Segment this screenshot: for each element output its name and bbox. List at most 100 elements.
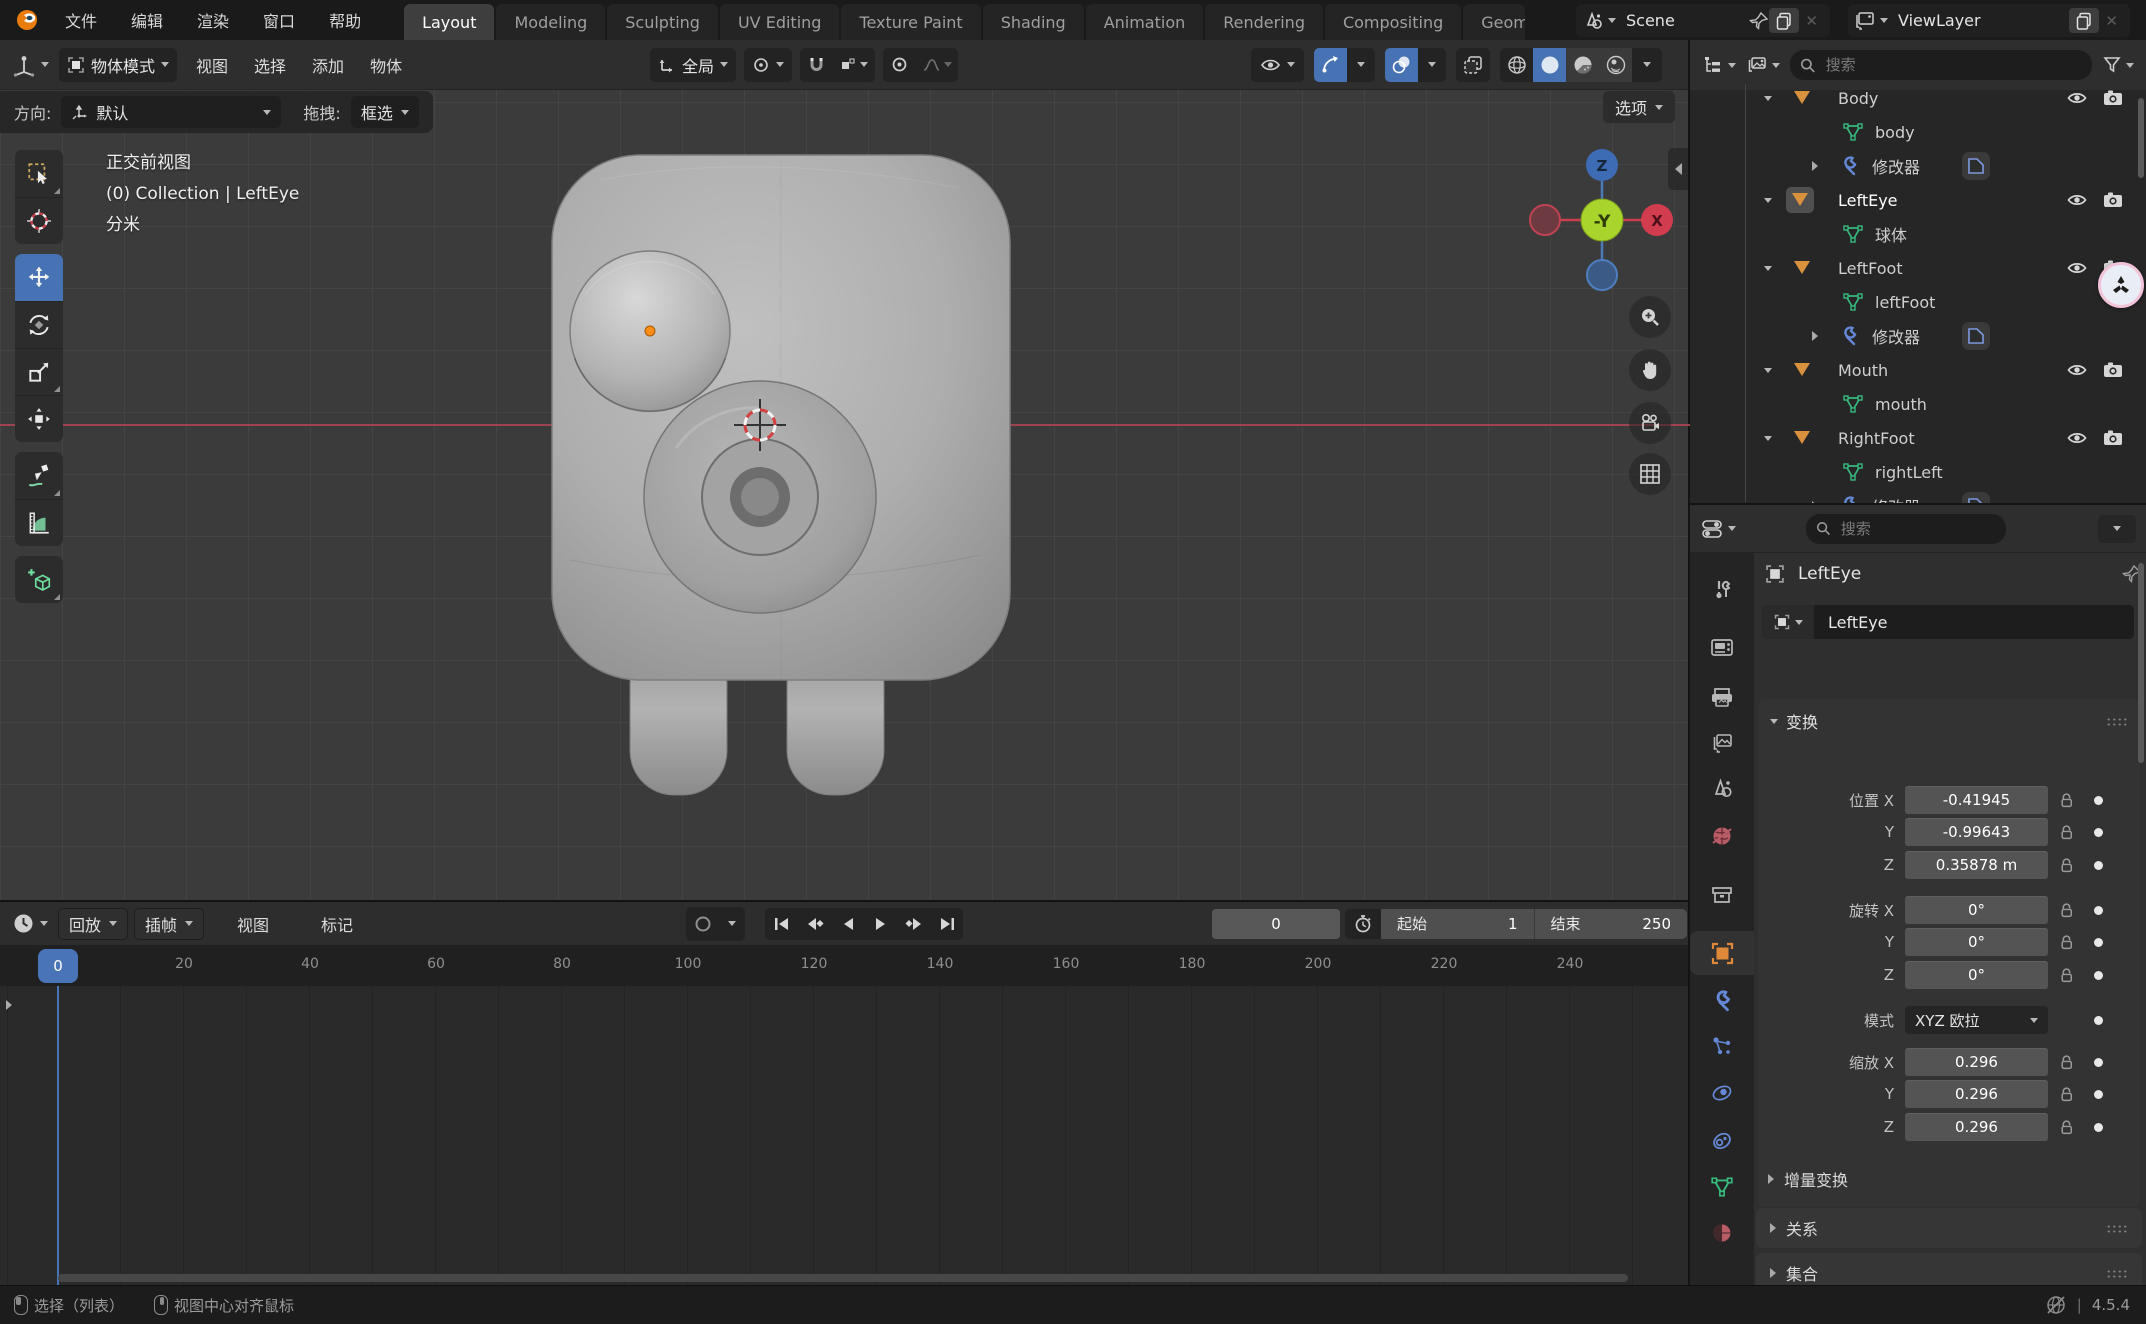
animate-dot[interactable] [2094, 861, 2103, 870]
playback-menu[interactable]: 回放 [58, 908, 128, 940]
delta-transform-subpanel[interactable]: 增量变换 [1768, 1165, 1848, 1193]
outliner-row-sphere-mesh[interactable]: 球体 [1690, 217, 2146, 251]
panel-grip[interactable] [2106, 1269, 2128, 1278]
frame-end-field[interactable]: 结束 250 [1535, 909, 1688, 939]
modifier-label[interactable]: 修改器 [1872, 154, 1920, 178]
chevron-down-icon[interactable] [1764, 96, 1772, 101]
autokey-toggle[interactable] [686, 907, 719, 941]
disable-render-toggle[interactable] [2102, 89, 2124, 107]
hide-viewport-toggle[interactable] [2066, 430, 2088, 446]
timeline-channel-expand-icon[interactable] [6, 1000, 12, 1010]
use-preview-range-toggle[interactable] [1345, 909, 1381, 939]
tool-rotate[interactable] [15, 301, 63, 348]
menu-select[interactable]: 选择 [241, 53, 299, 77]
viewport-3d[interactable]: Z X -Y 物体模式 视图 选择 添加 物体 [0, 40, 1690, 900]
gizmo-neg-z-ball[interactable] [1587, 260, 1617, 290]
lock-icon[interactable] [2058, 902, 2075, 919]
timeline-hscrollbar[interactable] [58, 1274, 1628, 1282]
animate-dot[interactable] [2094, 1123, 2103, 1132]
lock-icon[interactable] [2058, 792, 2075, 809]
animate-dot[interactable] [2094, 1016, 2103, 1025]
menu-window[interactable]: 窗口 [246, 8, 312, 32]
scale-x-field[interactable]: 0.296 [1905, 1048, 2048, 1076]
timeline-editor-type-button[interactable] [12, 912, 48, 935]
tab-object-data[interactable] [1690, 1165, 1754, 1209]
grid-ortho-button[interactable] [1629, 453, 1671, 495]
viewlayer-remove-button[interactable]: ✕ [2099, 12, 2124, 30]
lock-icon[interactable] [2058, 967, 2075, 984]
mode-dropdown[interactable]: 物体模式 [59, 48, 177, 82]
mesh-name[interactable]: body [1875, 123, 1915, 142]
tool-transform[interactable] [15, 395, 63, 442]
gizmo-neg-x-ball[interactable] [1530, 205, 1560, 235]
tab-modifiers[interactable] [1690, 979, 1754, 1023]
hide-viewport-toggle[interactable] [2066, 260, 2088, 276]
tab-rendering[interactable]: Rendering [1205, 4, 1323, 40]
scene-new-button[interactable] [1769, 8, 1799, 33]
properties-options-dropdown[interactable] [2098, 515, 2136, 543]
timeline-view-menu[interactable]: 视图 [224, 912, 282, 936]
rotation-x-field[interactable]: 0° [1905, 896, 2048, 924]
pivot-dropdown[interactable] [744, 48, 792, 82]
viewlayer-name[interactable]: ViewLayer [1888, 11, 2069, 30]
tab-animation[interactable]: Animation [1086, 4, 1204, 40]
properties-search[interactable] [1806, 514, 2006, 544]
tool-move[interactable] [15, 254, 63, 301]
modifier-label[interactable]: 修改器 [1872, 494, 1920, 505]
outliner-row-leftfoot[interactable]: LeftFoot [1690, 251, 2146, 285]
panel-collections[interactable]: 集合 [1756, 1253, 2142, 1285]
snap-toggle[interactable] [800, 48, 833, 82]
overlays-dropdown[interactable] [1418, 48, 1446, 82]
tab-render[interactable] [1690, 625, 1754, 669]
location-y-field[interactable]: -0.99643 [1905, 818, 2048, 846]
tab-particles[interactable] [1690, 1024, 1754, 1068]
hide-viewport-toggle[interactable] [2066, 362, 2088, 378]
object-name[interactable]: RightFoot [1838, 429, 1915, 448]
outliner-row-lefteye[interactable]: LeftEye [1690, 183, 2146, 217]
object-name-input[interactable]: LeftEye [1814, 605, 2134, 639]
tool-add-cube[interactable] [15, 556, 63, 603]
panel-grip[interactable] [2106, 717, 2128, 726]
tab-output[interactable] [1690, 675, 1754, 719]
next-keyframe-button[interactable] [897, 908, 930, 940]
show-gizmo-toggle[interactable] [1314, 48, 1347, 82]
tab-uv-editing[interactable]: UV Editing [720, 4, 839, 40]
show-overlays-toggle[interactable] [1385, 48, 1418, 82]
play-reverse-button[interactable] [831, 908, 864, 940]
current-frame-field[interactable]: 0 [1212, 909, 1340, 939]
scale-y-field[interactable]: 0.296 [1905, 1080, 2048, 1108]
timeline-marker-menu[interactable]: 标记 [308, 912, 366, 936]
transform-panel-title[interactable]: 变换 [1786, 709, 1818, 733]
animate-dot[interactable] [2094, 1058, 2103, 1067]
viewlayer-browse-button[interactable] [1854, 10, 1888, 32]
location-z-field[interactable]: 0.35878 m [1905, 851, 2048, 879]
shading-rendered-button[interactable] [1599, 48, 1632, 82]
hide-viewport-toggle[interactable] [2066, 90, 2088, 106]
tool-options-dropdown[interactable]: 选项 [1603, 91, 1675, 123]
tab-collection[interactable] [1690, 873, 1754, 917]
menu-help[interactable]: 帮助 [312, 8, 378, 32]
direction-dropdown[interactable]: 默认 [61, 96, 281, 128]
xray-toggle[interactable] [1456, 48, 1490, 82]
scene-unlink-button[interactable]: ✕ [1799, 12, 1824, 30]
object-name[interactable]: Body [1838, 89, 1878, 108]
pin-icon[interactable] [1749, 11, 1769, 31]
tab-physics[interactable] [1690, 1071, 1754, 1115]
panel-grip[interactable] [2106, 1224, 2128, 1233]
keying-menu[interactable]: 插帧 [134, 908, 204, 940]
tab-object[interactable] [1690, 931, 1754, 975]
timeline-ruler[interactable]: 20 40 60 80 100 120 140 160 180 200 220 … [0, 946, 1688, 986]
gizmo-dropdown[interactable] [1347, 48, 1375, 82]
camera-view-button[interactable] [1629, 402, 1671, 444]
pan-button[interactable] [1629, 349, 1671, 391]
tool-annotate[interactable] [15, 452, 63, 499]
lock-icon[interactable] [2058, 1086, 2075, 1103]
lock-icon[interactable] [2058, 934, 2075, 951]
disable-render-toggle[interactable] [2102, 191, 2124, 209]
tab-geometry-nodes[interactable]: Geom [1463, 4, 1525, 40]
rotation-y-field[interactable]: 0° [1905, 928, 2048, 956]
bevel-modifier-button[interactable] [1962, 152, 1990, 180]
lock-icon[interactable] [2058, 824, 2075, 841]
tab-world[interactable] [1690, 814, 1754, 858]
scene-name[interactable]: Scene [1616, 11, 1749, 30]
